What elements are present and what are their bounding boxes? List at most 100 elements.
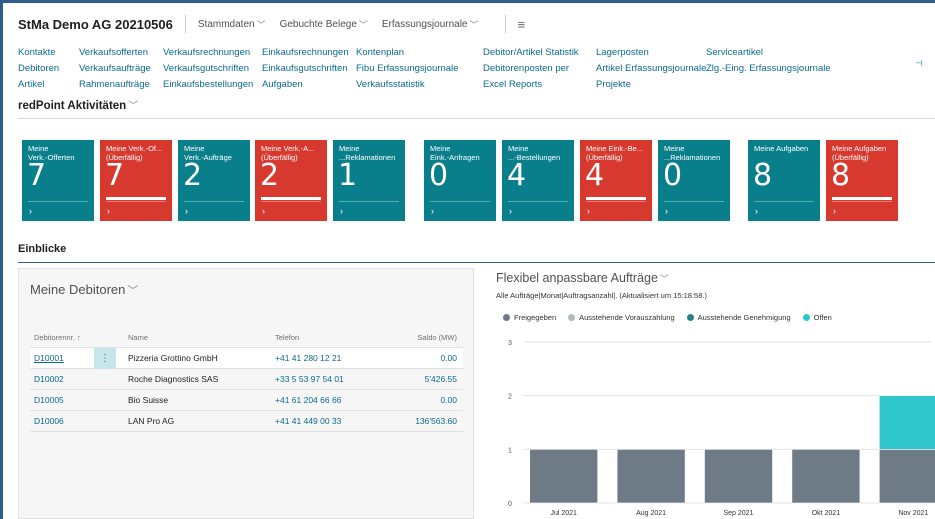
row-actions-icon[interactable]: ⋮ bbox=[94, 348, 116, 369]
nav-link[interactable]: Aufgaben bbox=[262, 77, 349, 93]
nav-link[interactable]: Einkaufsrechnungen bbox=[262, 45, 349, 61]
menu-erfassungsjournale[interactable]: Erfassungsjournale ﹀ bbox=[382, 18, 479, 31]
activity-tile[interactable]: Meine Eink.-Anfragen 0 › bbox=[424, 140, 496, 221]
debitoren-title[interactable]: Meine Debitoren ﹀ bbox=[30, 282, 138, 298]
nav-link[interactable]: Verkaufsstatistik bbox=[356, 77, 458, 93]
divider bbox=[18, 118, 935, 119]
activity-tile[interactable]: Meine ...Reklamationen 0 › bbox=[658, 140, 730, 221]
cell-debitorennr[interactable]: D10002 bbox=[34, 374, 64, 384]
nav-column: Lagerposten Artikel Erfassungsjournale Pro… bbox=[596, 45, 706, 93]
y-tick-label: 0 bbox=[508, 501, 512, 508]
nav-link[interactable]: Debitor/Artikel Statistik bbox=[483, 45, 579, 61]
pin-icon[interactable]: ⊣ bbox=[915, 58, 923, 69]
nav-link[interactable]: Serviceartikel bbox=[706, 45, 831, 61]
nav-link[interactable]: Verkaufsgutschriften bbox=[163, 61, 253, 77]
nav-link[interactable]: Debitoren bbox=[18, 61, 59, 77]
tile-overdue-bar bbox=[832, 197, 892, 200]
section-title-einblicke: Einblicke bbox=[18, 243, 67, 255]
nav-column: Serviceartikel Zlg.-Eing. Erfassungsjourn… bbox=[706, 45, 831, 77]
cell-telefon: +41 41 280 12 21 bbox=[275, 353, 342, 363]
legend-item[interactable]: Offen bbox=[802, 313, 832, 322]
tile-overdue-bar bbox=[261, 197, 321, 200]
legend-item[interactable]: Ausstehende Vorauszahlung bbox=[568, 313, 675, 322]
cell-saldo: 5'426.55 bbox=[424, 374, 457, 384]
activity-tile[interactable]: Meine Verk.-A... (Überfällig) 2 › bbox=[255, 140, 327, 221]
nav-link[interactable]: Verkaufsrechnungen bbox=[163, 45, 253, 61]
nav-link[interactable]: Einkaufsgutschriften bbox=[262, 61, 349, 77]
tile-value: 7 bbox=[27, 158, 47, 193]
nav-link[interactable]: Kontenplan bbox=[356, 45, 458, 61]
bar-segment[interactable] bbox=[529, 449, 599, 504]
column-header-name[interactable]: Name bbox=[128, 333, 148, 342]
chevron-right-icon: › bbox=[431, 206, 434, 216]
company-name[interactable]: StMa Demo AG 20210506 bbox=[18, 17, 173, 32]
cell-name: Roche Diagnostics SAS bbox=[128, 374, 219, 384]
table-row[interactable]: D10001 Pizzeria Grottino GmbH +41 41 280 1… bbox=[30, 348, 463, 369]
column-header-saldo[interactable]: Saldo (MW) bbox=[417, 333, 457, 342]
bar-segment[interactable] bbox=[791, 449, 861, 504]
activity-tile[interactable]: Meine ...Reklamationen 1 › bbox=[333, 140, 405, 221]
activity-tile[interactable]: Meine Aufgaben (Überfällig) 8 › bbox=[826, 140, 898, 221]
debitoren-title-text: Meine Debitoren bbox=[30, 282, 126, 297]
bar-segment[interactable] bbox=[704, 449, 773, 504]
menu-stammdaten[interactable]: Stammdaten ﹀ bbox=[198, 18, 266, 31]
activities-title[interactable]: redPoint Aktivitäten ﹀ bbox=[18, 97, 138, 112]
nav-link[interactable]: Fibu Erfassungsjournale bbox=[356, 61, 458, 77]
chevron-right-icon: › bbox=[755, 206, 758, 216]
table-row[interactable]: D10006 LAN Pro AG +41 41 449 00 33 136'563.… bbox=[30, 411, 463, 432]
nav-link[interactable]: Debitorenposten per bbox=[483, 61, 579, 77]
chart-subtitle: Alle Aufträge|Monat|Auftragsanzahl|. (Ak… bbox=[496, 291, 707, 300]
cell-name: Bio Suisse bbox=[128, 395, 169, 405]
top-navigation-bar: StMa Demo AG 20210506 Stammdaten ﹀ Gebuch… bbox=[18, 14, 525, 34]
cell-debitorennr[interactable]: D10006 bbox=[34, 416, 64, 426]
activity-tile[interactable]: Meine ...-Bestellungen 4 › bbox=[502, 140, 574, 221]
menu-label: Stammdaten bbox=[197, 18, 255, 30]
nav-link[interactable]: Zlg.-Eing. Erfassungsjournale bbox=[706, 61, 831, 77]
legend-label: Offen bbox=[813, 313, 832, 322]
y-tick-label: 3 bbox=[508, 340, 512, 347]
activity-tile[interactable]: Meine Aufgaben 8 › bbox=[748, 140, 820, 221]
nav-link[interactable]: Projekte bbox=[596, 77, 706, 93]
tile-value: 4 bbox=[507, 158, 527, 193]
legend-label: Ausstehende Vorauszahlung bbox=[579, 313, 675, 322]
nav-link[interactable]: Verkaufsofferten bbox=[79, 45, 151, 61]
table-body: D10001 Pizzeria Grottino GmbH +41 41 280 1… bbox=[30, 348, 463, 432]
tile-divider bbox=[754, 201, 814, 202]
nav-link[interactable]: Verkaufsaufträge bbox=[79, 61, 151, 77]
legend-item[interactable]: Freigegeben bbox=[503, 313, 556, 322]
activity-tile[interactable]: Meine Eink.-Be... (Überfällig) 4 › bbox=[580, 140, 652, 221]
nav-link[interactable]: Rahmenaufträge bbox=[79, 77, 151, 93]
activity-tile[interactable]: Meine Verk.-Offerten 7 › bbox=[22, 140, 94, 221]
activity-tile[interactable]: Meine Verk.-Of... (Überfällig) 7 › bbox=[100, 140, 172, 221]
nav-link[interactable]: Artikel bbox=[18, 77, 59, 93]
table-row[interactable]: D10002 Roche Diagnostics SAS +33 5 53 97 5… bbox=[30, 369, 463, 390]
menu-gebuchte-belege[interactable]: Gebuchte Belege ﹀ bbox=[280, 18, 368, 31]
tile-label-line: Meine Aufgaben bbox=[754, 144, 809, 153]
cell-telefon: +41 61 204 66 66 bbox=[275, 395, 342, 405]
bar-segment[interactable] bbox=[878, 449, 935, 504]
nav-link[interactable]: Kontakte bbox=[18, 45, 59, 61]
nav-link[interactable]: Excel Reports bbox=[483, 77, 579, 93]
cell-debitorennr[interactable]: D10001 bbox=[34, 353, 64, 363]
nav-link[interactable]: Einkaufsbestellungen bbox=[163, 77, 253, 93]
nav-column: Debitor/Artikel Statistik Debitorenposten… bbox=[483, 45, 579, 93]
tile-value: 4 bbox=[585, 158, 605, 193]
bar-segment[interactable] bbox=[616, 449, 686, 504]
activity-tile[interactable]: Meine Verk.-Aufträge 2 › bbox=[178, 140, 250, 221]
column-header-telefon[interactable]: Telefon bbox=[275, 333, 299, 342]
cell-debitorennr[interactable]: D10005 bbox=[34, 395, 64, 405]
hamburger-menu-icon[interactable]: ≡ bbox=[518, 17, 526, 32]
bar-segment[interactable] bbox=[878, 395, 935, 450]
chart-title[interactable]: Flexibel anpassbare Aufträge ﹀ bbox=[496, 271, 669, 285]
legend-item[interactable]: Ausstehende Genehmigung bbox=[686, 313, 791, 322]
tile-divider bbox=[430, 201, 490, 202]
column-header-debitorennr[interactable]: Debitorennr. ↑ bbox=[34, 333, 81, 342]
cell-telefon: +33 5 53 97 54 01 bbox=[275, 374, 344, 384]
table-row[interactable]: D10005 Bio Suisse +41 61 204 66 66 0.00 bbox=[30, 390, 463, 411]
nav-link[interactable]: Artikel Erfassungsjournale bbox=[596, 61, 706, 77]
chevron-down-icon: ﹀ bbox=[469, 19, 479, 30]
nav-link[interactable]: Lagerposten bbox=[596, 45, 706, 61]
tile-value: 8 bbox=[831, 158, 851, 193]
tile-divider bbox=[261, 201, 321, 202]
legend-label: Freigegeben bbox=[514, 313, 557, 322]
